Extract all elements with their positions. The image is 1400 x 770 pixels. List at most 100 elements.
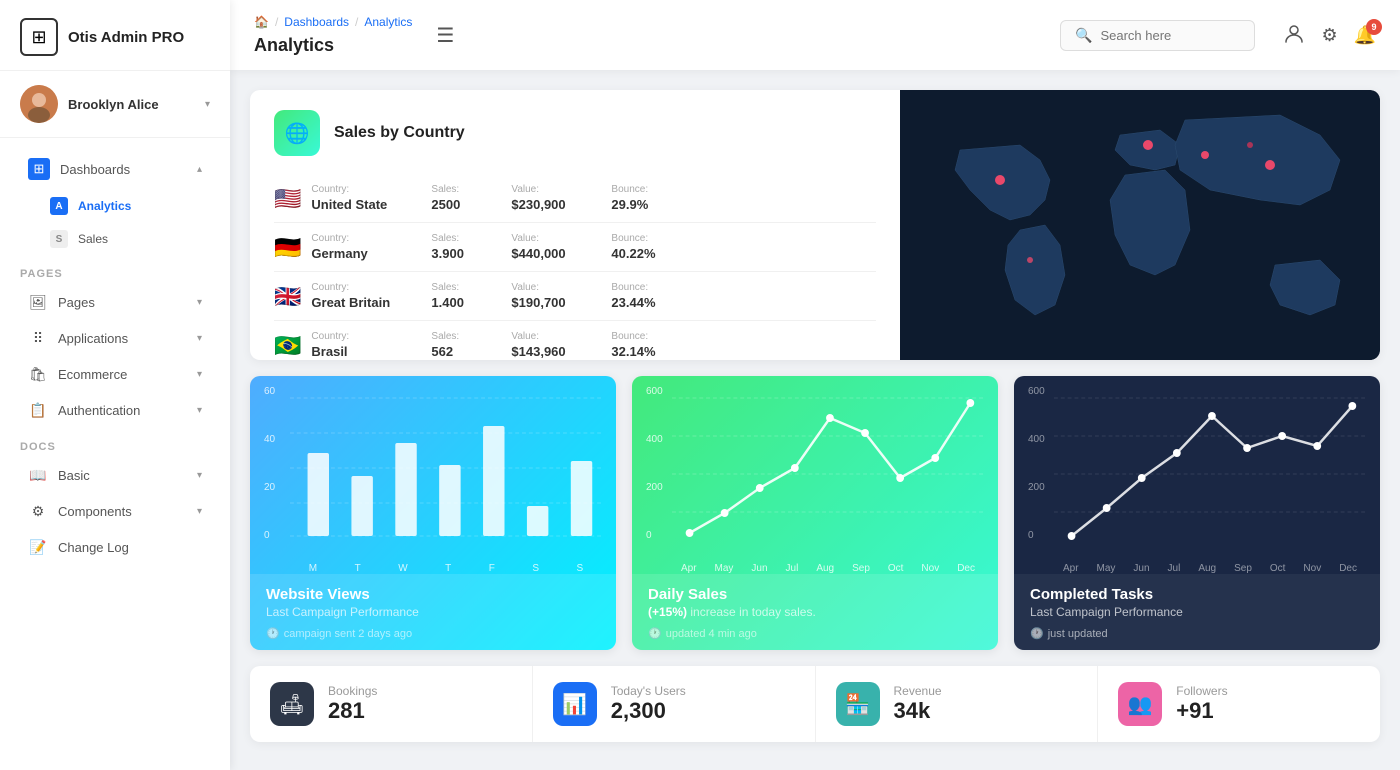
sidebar-item-dashboards[interactable]: ⊞ Dashboards ▴	[8, 149, 222, 189]
sidebar-item-authentication[interactable]: 📋 Authentication ▾	[8, 393, 222, 428]
chevron-down-icon: ▾	[205, 99, 210, 110]
user-icon[interactable]	[1283, 22, 1305, 49]
chevron-down-apps-icon: ▾	[197, 333, 202, 344]
applications-icon: ⠿	[28, 330, 48, 347]
stat-value: 34k	[894, 698, 942, 724]
chevron-down-basic-icon: ▾	[197, 470, 202, 481]
daily-sales-card: 600 400 200 0	[632, 376, 998, 650]
stat-value: +91	[1176, 698, 1227, 724]
completed-tasks-subtitle: Last Campaign Performance	[1030, 605, 1364, 619]
daily-sales-info: Daily Sales (+15%) increase in today sal…	[632, 574, 998, 650]
sidebar-item-sales[interactable]: S Sales	[8, 223, 222, 255]
sidebar-item-applications[interactable]: ⠿ Applications ▾	[8, 321, 222, 356]
search-icon: 🔍	[1075, 27, 1092, 44]
country-flag: 🇬🇧	[274, 284, 301, 310]
sales-dot: S	[50, 230, 68, 248]
table-row: 🇺🇸 Country: United State Sales: 2500 Val…	[274, 174, 876, 223]
stat-label: Bookings	[328, 684, 377, 698]
sidebar-ecommerce-label: Ecommerce	[58, 367, 187, 382]
completed-tasks-time: 🕐 just updated	[1030, 627, 1364, 640]
stat-item: 📊 Today's Users 2,300	[533, 666, 816, 742]
stat-icon: 👥	[1118, 682, 1162, 726]
analytics-dot: A	[50, 197, 68, 215]
home-icon: 🏠	[254, 15, 269, 29]
map-section	[900, 90, 1380, 360]
page-title: Analytics	[254, 35, 334, 56]
chevron-down-pages-icon: ▾	[197, 297, 202, 308]
sidebar-item-analytics[interactable]: A Analytics	[8, 190, 222, 222]
stat-icon: 🏪	[836, 682, 880, 726]
breadcrumb-dashboards[interactable]: Dashboards	[284, 15, 349, 29]
stat-label: Today's Users	[611, 684, 686, 698]
y-label-60: 60	[264, 386, 275, 397]
website-views-card: 60 40 20 0	[250, 376, 616, 650]
sidebar-item-components[interactable]: ⚙ Components ▾	[8, 494, 222, 529]
chevron-down-auth-icon: ▾	[197, 405, 202, 416]
clock-icon-2: 🕐	[648, 627, 662, 640]
stat-icon: 📊	[553, 682, 597, 726]
table-row: 🇩🇪 Country: Germany Sales: 3.900 Value: …	[274, 223, 876, 272]
menu-toggle-icon[interactable]: ☰	[436, 23, 454, 48]
stat-icon: 🛋	[270, 682, 314, 726]
x-label-m: M	[309, 563, 317, 574]
pages-section-label: PAGES	[0, 256, 230, 284]
x-label-t2: T	[445, 563, 451, 574]
daily-sales-highlight: (+15%)	[648, 605, 687, 619]
sales-country-card: 🌐 Sales by Country 🇺🇸 Country: United St…	[250, 90, 1380, 360]
sidebar-sales-label: Sales	[78, 232, 108, 246]
docs-section-label: DOCS	[0, 429, 230, 457]
stat-value: 281	[328, 698, 377, 724]
sidebar: ⊞ Otis Admin PRO Brooklyn Alice ▾ ⊞ Dash…	[0, 0, 230, 770]
sidebar-components-label: Components	[58, 504, 187, 519]
main-content: 🏠 / Dashboards / Analytics Analytics ☰ 🔍…	[230, 0, 1400, 770]
daily-sales-time: 🕐 updated 4 min ago	[648, 627, 982, 640]
breadcrumb: 🏠 / Dashboards / Analytics Analytics	[254, 15, 412, 56]
sidebar-analytics-label: Analytics	[78, 199, 131, 213]
website-views-subtitle: Last Campaign Performance	[266, 605, 600, 619]
settings-icon[interactable]: ⚙	[1321, 25, 1337, 46]
notifications-icon[interactable]: 🔔 9	[1354, 25, 1376, 46]
website-views-info: Website Views Last Campaign Performance …	[250, 574, 616, 650]
website-views-title: Website Views	[266, 586, 600, 603]
user-name: Brooklyn Alice	[68, 97, 195, 112]
y-label-0: 0	[264, 530, 275, 541]
page-content: 🌐 Sales by Country 🇺🇸 Country: United St…	[230, 70, 1400, 770]
pages-icon: 🖼	[28, 294, 48, 311]
x-label-w: W	[398, 563, 407, 574]
basic-icon: 📖	[28, 467, 48, 484]
ecommerce-icon: 🛍	[28, 366, 48, 383]
x-label-s1: S	[532, 563, 539, 574]
clock-icon-3: 🕐	[1030, 627, 1044, 640]
completed-tasks-title: Completed Tasks	[1030, 586, 1364, 603]
x-label-s2: S	[577, 563, 584, 574]
logo-text: Otis Admin PRO	[68, 29, 184, 46]
notification-badge: 9	[1366, 19, 1382, 35]
y-label-40: 40	[264, 434, 275, 445]
breadcrumb-analytics[interactable]: Analytics	[364, 15, 412, 29]
sidebar-item-ecommerce[interactable]: 🛍 Ecommerce ▾	[8, 357, 222, 392]
sidebar-pages-label: Pages	[58, 295, 187, 310]
stat-label: Revenue	[894, 684, 942, 698]
sidebar-auth-label: Authentication	[58, 403, 187, 418]
user-profile[interactable]: Brooklyn Alice ▾	[0, 71, 230, 138]
table-row: 🇬🇧 Country: Great Britain Sales: 1.400 V…	[274, 272, 876, 321]
sidebar-item-changelog[interactable]: 📝 Change Log	[8, 530, 222, 565]
sidebar-item-pages[interactable]: 🖼 Pages ▾	[8, 285, 222, 320]
search-box[interactable]: 🔍	[1060, 20, 1255, 51]
search-input[interactable]	[1100, 28, 1240, 43]
logo-icon: ⊞	[20, 18, 58, 56]
dashboards-icon: ⊞	[28, 158, 50, 180]
chevron-up-icon: ▴	[197, 164, 202, 175]
x-label-f: F	[489, 563, 495, 574]
stat-item: 👥 Followers +91	[1098, 666, 1380, 742]
daily-sales-title: Daily Sales	[648, 586, 982, 603]
sales-table: 🇺🇸 Country: United State Sales: 2500 Val…	[274, 174, 876, 360]
chevron-down-ecommerce-icon: ▾	[197, 369, 202, 380]
clock-icon-1: 🕐	[266, 627, 280, 640]
daily-sales-subtitle: (+15%) increase in today sales.	[648, 605, 982, 619]
sidebar-changelog-label: Change Log	[58, 540, 202, 555]
topbar: 🏠 / Dashboards / Analytics Analytics ☰ 🔍…	[230, 0, 1400, 70]
completed-tasks-info: Completed Tasks Last Campaign Performanc…	[1014, 574, 1380, 650]
sales-card-icon: 🌐	[274, 110, 320, 156]
sidebar-item-basic[interactable]: 📖 Basic ▾	[8, 458, 222, 493]
